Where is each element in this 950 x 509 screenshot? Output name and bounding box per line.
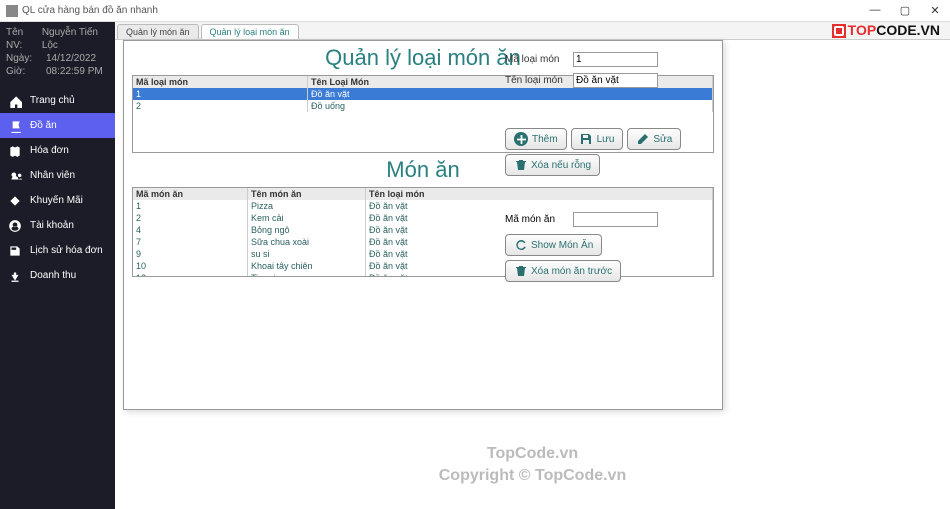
nav-icon xyxy=(8,194,22,208)
nav-label: Nhân viên xyxy=(30,170,75,181)
show-food-label: Show Món Ăn xyxy=(531,240,593,251)
heading-food: Món ăn xyxy=(124,157,722,183)
table-row[interactable]: 10Khoai tây chiênĐồ ăn vặt xyxy=(133,260,713,272)
footer-line1: TopCode.vn xyxy=(115,443,950,465)
save-button[interactable]: Lưu xyxy=(571,128,624,150)
close-button[interactable]: ✕ xyxy=(920,4,950,17)
nav-label: Lịch sử hóa đơn xyxy=(30,245,103,256)
cat-name-label: Tên loại món xyxy=(505,75,573,86)
show-food-button[interactable]: Show Món Ăn xyxy=(505,234,602,256)
footer-watermark: TopCode.vn Copyright © TopCode.vn xyxy=(115,443,950,487)
nav-item-1[interactable]: Đồ ăn xyxy=(0,113,115,138)
trash-icon xyxy=(514,159,527,172)
delete-if-empty-button[interactable]: Xóa nếu rỗng xyxy=(505,154,600,176)
trash-icon xyxy=(514,265,527,278)
user-info: Tên NV:Nguyễn Tiến Lộc Ngày:14/12/2022 G… xyxy=(0,22,115,82)
cat-id-label: Mã loại món xyxy=(505,54,573,65)
nav-icon xyxy=(8,119,22,133)
nav-label: Tài khoản xyxy=(30,220,74,231)
table-row[interactable]: 1PizzaĐồ ăn vặt xyxy=(133,200,713,212)
nav-item-3[interactable]: Nhân viên xyxy=(0,163,115,188)
edit-button[interactable]: Sửa xyxy=(627,128,681,150)
nav-item-7[interactable]: Doanh thu xyxy=(0,263,115,288)
pencil-icon xyxy=(636,133,649,146)
tab-1[interactable]: Quản lý loại món ăn xyxy=(201,24,299,39)
cat-id-input[interactable] xyxy=(573,52,658,67)
user-name-lbl: Tên NV: xyxy=(6,26,42,52)
nav-label: Hóa đơn xyxy=(30,145,69,156)
nav-icon xyxy=(8,244,22,258)
table-row[interactable]: 7Sữa chua xoàiĐồ ăn vặt xyxy=(133,236,713,248)
plus-icon xyxy=(514,132,528,146)
add-button[interactable]: Thêm xyxy=(505,128,567,150)
tab-0[interactable]: Quản lý món ăn xyxy=(117,24,199,39)
food-id-input[interactable] xyxy=(573,212,658,227)
user-name: Nguyễn Tiến Lộc xyxy=(42,26,109,52)
user-date-lbl: Ngày: xyxy=(6,52,46,65)
delete-if-empty-label: Xóa nếu rỗng xyxy=(531,160,591,171)
save-button-label: Lưu xyxy=(597,134,615,145)
nav-item-5[interactable]: Tài khoản xyxy=(0,213,115,238)
maximize-button[interactable]: ▢ xyxy=(890,4,920,17)
edit-button-label: Sửa xyxy=(653,134,672,145)
user-time-lbl: Giờ: xyxy=(6,65,46,78)
nav-item-6[interactable]: Lịch sử hóa đơn xyxy=(0,238,115,263)
delete-prev-food-button[interactable]: Xóa món ăn trước xyxy=(505,260,621,282)
table-row[interactable]: 12TiramisuĐồ ăn vặt xyxy=(133,272,713,277)
save-icon xyxy=(580,133,593,146)
window-titlebar: QL cửa hàng bán đồ ăn nhanh — ▢ ✕ xyxy=(0,0,950,22)
food-col-cat: Tên loại món xyxy=(366,188,713,200)
watermark-icon xyxy=(832,24,846,38)
food-col-id: Mã món ăn xyxy=(133,188,248,200)
nav-item-2[interactable]: Hóa đơn xyxy=(0,138,115,163)
table-row[interactable]: 9su siĐồ ăn vặt xyxy=(133,248,713,260)
workspace: Quản lý món ănQuản lý loại món ăn Quản l… xyxy=(115,22,950,509)
nav-item-4[interactable]: Khuyến Mãi xyxy=(0,188,115,213)
food-table[interactable]: Mã món ăn Tên món ăn Tên loại món 1Pizza… xyxy=(132,187,714,277)
nav-icon xyxy=(8,169,22,183)
cat-col-id: Mã loại món xyxy=(133,76,308,88)
footer-line2: Copyright © TopCode.vn xyxy=(115,465,950,487)
cat-name-input[interactable] xyxy=(573,73,658,88)
tab-bar: Quản lý món ănQuản lý loại món ăn xyxy=(115,22,950,40)
food-form: Mã món ăn xyxy=(505,212,658,227)
food-col-name: Tên món ăn xyxy=(248,188,366,200)
nav-icon xyxy=(8,269,22,283)
food-id-label: Mã món ăn xyxy=(505,214,573,225)
window-title: QL cửa hàng bán đồ ăn nhanh xyxy=(22,5,158,16)
minimize-button[interactable]: — xyxy=(860,4,890,17)
table-row[interactable]: 2Đồ uống xyxy=(133,100,713,112)
nav-label: Khuyến Mãi xyxy=(30,195,83,206)
sidebar: Tên NV:Nguyễn Tiến Lộc Ngày:14/12/2022 G… xyxy=(0,22,115,509)
user-date: 14/12/2022 xyxy=(46,52,96,65)
delete-prev-food-label: Xóa món ăn trước xyxy=(531,266,612,277)
app-icon xyxy=(6,5,18,17)
nav-icon xyxy=(8,144,22,158)
nav-label: Trang chủ xyxy=(30,95,75,106)
refresh-icon xyxy=(514,239,527,252)
user-time: 08:22:59 PM xyxy=(46,65,103,78)
nav-item-0[interactable]: Trang chủ xyxy=(0,88,115,113)
nav-icon xyxy=(8,94,22,108)
nav-icon xyxy=(8,219,22,233)
nav-label: Doanh thu xyxy=(30,270,76,281)
add-button-label: Thêm xyxy=(532,134,558,145)
category-form: Mã loại món Tên loại món xyxy=(505,52,658,94)
nav-label: Đồ ăn xyxy=(30,120,57,131)
watermark-logo: TOPCODE.VN xyxy=(832,22,940,38)
